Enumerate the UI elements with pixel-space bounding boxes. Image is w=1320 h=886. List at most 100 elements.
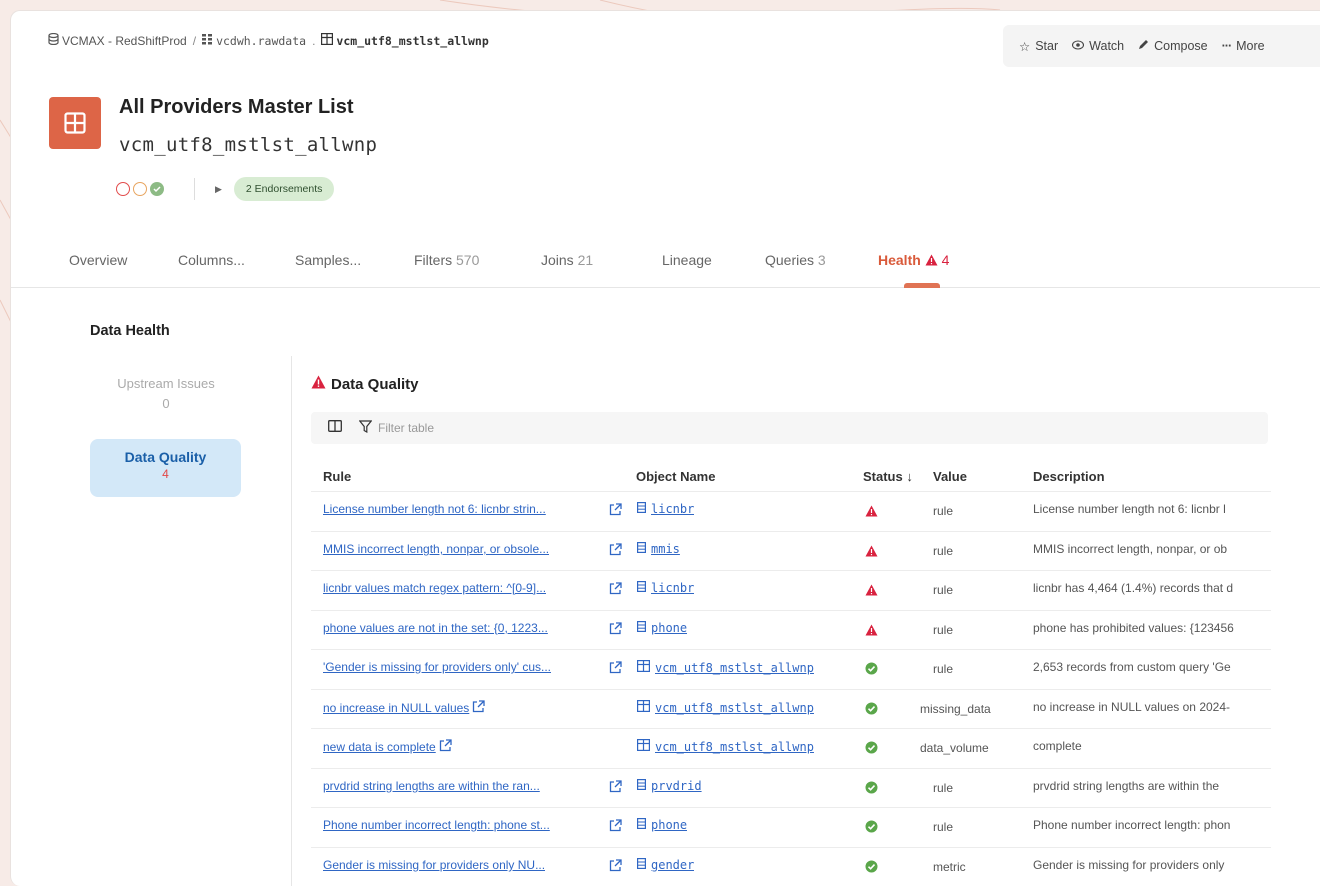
table-toolbar: Filter table — [311, 412, 1268, 444]
breadcrumb-separator: . — [312, 33, 316, 48]
rule-text: Phone number incorrect length: phone st.… — [323, 818, 550, 832]
star-label: Star — [1035, 39, 1059, 53]
tab-health[interactable]: Health 4 — [878, 252, 949, 268]
rule-link[interactable]: prvdrid string lengths are within the ra… — [323, 779, 540, 793]
rule-link[interactable]: License number length not 6: licnbr stri… — [323, 502, 546, 516]
breadcrumb-table[interactable]: vcm_utf8_mstlst_allwnp — [336, 34, 488, 48]
breadcrumb-schema[interactable]: vcdwh.rawdata — [216, 34, 306, 48]
external-link-icon[interactable] — [609, 543, 622, 559]
tab-filters[interactable]: Filters 570 — [414, 252, 479, 268]
tab-lineage[interactable]: Lineage — [662, 252, 712, 268]
object-link[interactable]: vcm_utf8_mstlst_allwnp — [637, 739, 814, 754]
external-link-icon[interactable] — [609, 582, 622, 598]
tab-joins[interactable]: Joins 21 — [541, 252, 593, 268]
object-link[interactable]: prvdrid — [637, 779, 702, 793]
value-cell: rule — [933, 623, 954, 637]
table-icon — [637, 700, 651, 715]
quality-status-row: ▶ 2 Endorsements — [116, 177, 335, 201]
external-link-icon[interactable] — [609, 503, 622, 519]
columns-toggle-button[interactable] — [321, 417, 349, 439]
row-divider — [311, 531, 1271, 532]
status-circle-orange-icon[interactable] — [133, 182, 147, 196]
check-status-icon — [865, 662, 879, 676]
table-icon — [637, 739, 651, 754]
rule-text: prvdrid string lengths are within the ra… — [323, 779, 540, 793]
check-status-icon — [865, 820, 879, 834]
tab-label: Lineage — [662, 252, 712, 268]
value-cell: metric — [933, 860, 966, 874]
rule-link[interactable]: new data is complete — [323, 739, 452, 755]
endorsements-badge[interactable]: 2 Endorsements — [233, 177, 335, 201]
object-link[interactable]: vcm_utf8_mstlst_allwnp — [637, 660, 814, 675]
section-title-text: Data Quality — [331, 375, 419, 393]
sidebar-item-label: Upstream Issues — [117, 376, 215, 391]
status-circle-green-check-icon[interactable] — [150, 182, 164, 196]
star-button[interactable]: ☆ Star — [1019, 39, 1058, 54]
filter-input[interactable]: Filter table — [358, 420, 434, 436]
breadcrumb-source[interactable]: VCMAX - RedShiftProd — [62, 34, 187, 48]
rule-link[interactable]: licnbr values match regex pattern: ^[0-9… — [323, 581, 546, 595]
rule-link[interactable]: Phone number incorrect length: phone st.… — [323, 818, 550, 832]
description-cell: Phone number incorrect length: phon — [1033, 818, 1231, 832]
column-header-object-name[interactable]: Object Name — [636, 469, 715, 484]
external-link-icon[interactable] — [609, 819, 622, 835]
rule-link[interactable]: Gender is missing for providers only NU.… — [323, 858, 545, 872]
external-link-icon[interactable] — [609, 622, 622, 638]
compose-button[interactable]: Compose — [1138, 39, 1208, 53]
sidebar-item-data-quality[interactable]: Data Quality 4 — [90, 439, 241, 497]
row-divider — [311, 728, 1271, 729]
rule-link[interactable]: MMIS incorrect length, nonpar, or obsole… — [323, 542, 549, 556]
object-link[interactable]: licnbr — [637, 581, 694, 595]
object-link[interactable]: phone — [637, 818, 687, 832]
row-divider — [311, 807, 1271, 808]
warning-status-icon — [865, 504, 879, 518]
column-header-description[interactable]: Description — [1033, 469, 1105, 484]
column-icon — [637, 542, 647, 556]
external-link-icon[interactable] — [609, 661, 622, 677]
value-cell: rule — [933, 504, 954, 518]
external-link-icon[interactable] — [472, 700, 485, 716]
database-icon — [48, 32, 59, 48]
object-link[interactable]: mmis — [637, 542, 680, 556]
rule-link[interactable]: no increase in NULL values — [323, 700, 485, 716]
tab-bar: Overview Columns... Samples... Filters 5… — [11, 248, 1320, 288]
table-name: vcm_utf8_mstlst_allwnp — [119, 134, 378, 156]
tab-columns[interactable]: Columns... — [178, 252, 245, 268]
column-header-value[interactable]: Value — [933, 469, 967, 484]
external-link-icon[interactable] — [609, 780, 622, 796]
watch-button[interactable]: Watch — [1072, 39, 1124, 53]
object-link[interactable]: phone — [637, 621, 687, 635]
tab-label: Columns... — [178, 252, 245, 268]
rule-link[interactable]: 'Gender is missing for providers only' c… — [323, 660, 551, 674]
tab-overview[interactable]: Overview — [69, 252, 127, 268]
tab-samples[interactable]: Samples... — [295, 252, 361, 268]
rule-text: Gender is missing for providers only NU.… — [323, 858, 546, 872]
external-link-icon[interactable] — [439, 739, 452, 755]
column-header-rule[interactable]: Rule — [323, 469, 351, 484]
sidebar-item-upstream-issues[interactable]: Upstream Issues 0 — [91, 374, 241, 414]
more-button[interactable]: ··· More — [1222, 39, 1265, 53]
description-cell: licnbr has 4,464 (1.4%) records that d — [1033, 581, 1234, 595]
filter-icon — [358, 420, 373, 436]
object-link[interactable]: vcm_utf8_mstlst_allwnp — [637, 700, 814, 715]
tab-label: Overview — [69, 252, 128, 268]
caret-right-icon[interactable]: ▶ — [215, 184, 222, 195]
check-status-icon — [865, 860, 879, 874]
rule-text: licnbr values match regex pattern: ^[0-9… — [323, 581, 547, 595]
tab-label: Filters — [414, 252, 453, 268]
schema-icon — [202, 33, 213, 48]
status-circle-red-icon[interactable] — [116, 182, 130, 196]
row-divider — [311, 649, 1271, 650]
ellipsis-icon: ··· — [1221, 39, 1232, 53]
tab-queries[interactable]: Queries 3 — [765, 252, 826, 268]
description-cell: phone has prohibited values: {123456 — [1033, 621, 1234, 635]
column-header-status[interactable]: Status ↓ — [863, 469, 913, 484]
object-name: vcm_utf8_mstlst_allwnp — [655, 660, 814, 675]
value-cell: rule — [933, 662, 954, 676]
object-link[interactable]: gender — [637, 858, 694, 872]
rule-text: new data is complete — [323, 740, 436, 754]
object-name: vcm_utf8_mstlst_allwnp — [655, 739, 814, 754]
rule-link[interactable]: phone values are not in the set: {0, 122… — [323, 621, 548, 635]
external-link-icon[interactable] — [609, 859, 622, 875]
object-link[interactable]: licnbr — [637, 502, 694, 516]
